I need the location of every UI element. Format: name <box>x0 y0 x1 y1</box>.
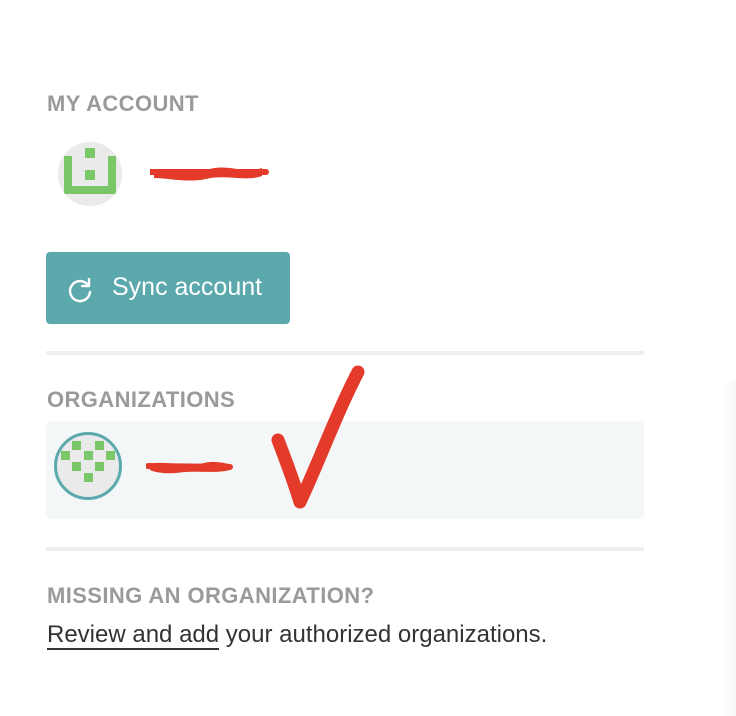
sync-account-button[interactable]: Sync account <box>46 252 290 324</box>
review-rest-text: your authorized organizations. <box>219 621 548 648</box>
my-account-heading: MY ACCOUNT <box>47 91 199 116</box>
account-name <box>150 160 270 182</box>
organization-avatar <box>54 432 122 500</box>
section-divider <box>46 547 644 551</box>
account-row <box>58 142 358 206</box>
section-divider <box>46 351 644 355</box>
missing-organization-heading: MISSING AN ORGANIZATION? <box>47 583 375 608</box>
sync-account-label: Sync account <box>112 273 263 301</box>
right-edge-shadow <box>724 380 736 716</box>
organizations-heading: ORGANIZATIONS <box>47 387 236 412</box>
sync-icon <box>68 277 92 303</box>
organization-name <box>146 454 236 476</box>
red-checkmark-annotation <box>271 365 365 509</box>
user-identicon <box>64 148 116 194</box>
redaction-scribble <box>146 461 233 474</box>
redaction-scribble <box>150 167 269 181</box>
review-and-add-link[interactable]: Review and add <box>47 621 220 650</box>
avatar <box>58 142 122 206</box>
review-organizations-text: Review and add your authorized organizat… <box>47 621 548 650</box>
organization-identicon <box>61 441 115 482</box>
